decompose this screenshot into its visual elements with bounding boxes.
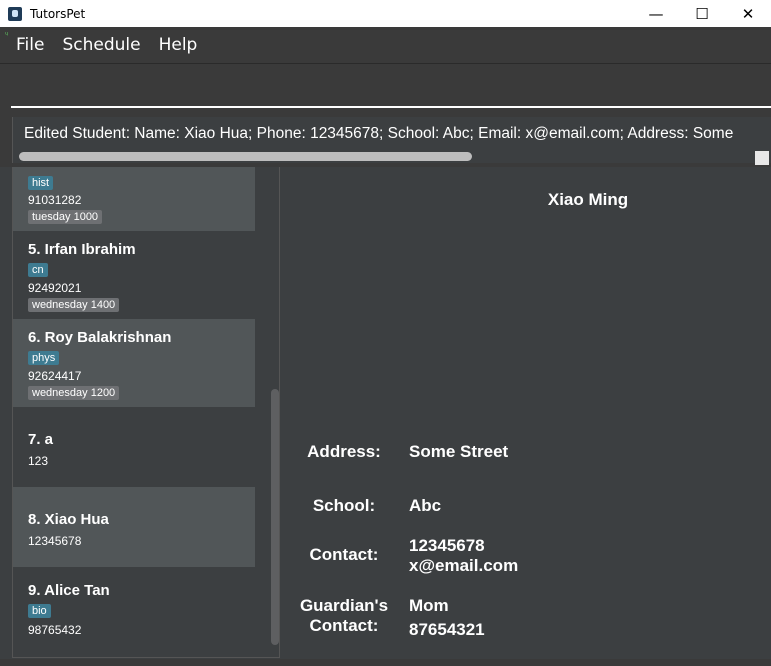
contact-phone: 12345678 <box>409 536 485 555</box>
lesson-tag: wednesday 1400 <box>28 298 120 312</box>
student-phone: 98765432 <box>28 623 82 637</box>
focus-mark-icon: ᶣ <box>5 30 9 39</box>
menu-help[interactable]: Help <box>159 35 200 55</box>
status-strip <box>0 659 771 666</box>
minimize-button[interactable]: — <box>633 0 679 27</box>
student-name: 8. Xiao Hua <box>28 511 109 528</box>
menu-schedule[interactable]: Schedule <box>62 35 142 55</box>
student-detail-panel: Xiao Ming Address: Some Street School: A… <box>282 167 771 666</box>
menu-bar: ᶣ File Schedule Help <box>0 27 771 63</box>
window-controls: — ☐ ✕ <box>633 0 771 27</box>
subject-tag: phys <box>28 351 60 365</box>
student-list[interactable]: hist 91031282 tuesday 1000 5. Irfan Ibra… <box>12 167 280 658</box>
subject-tag: cn <box>28 263 48 277</box>
student-phone: 92624417 <box>28 369 82 383</box>
maximize-button[interactable]: ☐ <box>679 0 725 27</box>
student-name: 7. a <box>28 431 54 448</box>
list-vertical-scrollbar[interactable] <box>271 389 279 645</box>
student-card[interactable]: 9. Alice Tan bio 98765432 <box>13 567 255 657</box>
subject-tag: hist <box>28 176 54 190</box>
window-title: TutorsPet <box>30 6 86 21</box>
student-name: 5. Irfan Ibrahim <box>28 241 136 258</box>
student-phone: 91031282 <box>28 193 82 207</box>
lesson-tag: tuesday 1000 <box>28 210 103 224</box>
student-list-panel: hist 91031282 tuesday 1000 5. Irfan Ibra… <box>0 167 282 666</box>
student-name: 9. Alice Tan <box>28 582 110 599</box>
guardian-label: Guardian's <box>299 596 389 615</box>
guardian-name: Mom <box>409 596 449 615</box>
menu-file[interactable]: File <box>16 35 46 55</box>
address-value: Some Street <box>409 442 509 461</box>
guardian-label-contact: Contact: <box>309 616 379 635</box>
address-label: Address: <box>307 442 381 461</box>
close-button[interactable]: ✕ <box>725 0 771 27</box>
student-name: 6. Roy Balakrishnan <box>28 329 172 346</box>
school-value: Abc <box>409 496 442 515</box>
result-display: Edited Student: Name: Xiao Hua; Phone: 1… <box>0 113 771 167</box>
contact-email: x@email.com <box>409 556 519 575</box>
command-box <box>0 63 771 113</box>
app-icon <box>8 6 22 21</box>
student-card[interactable]: 5. Irfan Ibrahim cn 92492021 wednesday 1… <box>13 231 255 319</box>
lesson-tag: wednesday 1200 <box>28 386 120 400</box>
detail-student-name: Xiao Ming <box>547 190 629 209</box>
student-phone: 123 <box>28 454 49 468</box>
result-message: Edited Student: Name: Xiao Hua; Phone: 1… <box>24 125 734 142</box>
school-label: School: <box>312 496 376 515</box>
student-card[interactable]: 8. Xiao Hua 12345678 <box>13 487 255 567</box>
subject-tag: bio <box>28 604 51 618</box>
command-input[interactable] <box>11 76 771 108</box>
student-phone: 92492021 <box>28 281 82 295</box>
student-phone: 12345678 <box>28 534 82 548</box>
result-scroll-corner <box>755 151 769 165</box>
guardian-phone: 87654321 <box>409 620 485 639</box>
result-horizontal-scrollbar[interactable] <box>19 152 472 161</box>
title-bar: TutorsPet — ☐ ✕ <box>0 0 771 27</box>
student-card[interactable]: 7. a 123 <box>13 407 255 487</box>
contact-label: Contact: <box>309 545 379 564</box>
result-box: Edited Student: Name: Xiao Hua; Phone: 1… <box>12 117 771 165</box>
student-card[interactable]: 6. Roy Balakrishnan phys 92624417 wednes… <box>13 319 255 407</box>
student-card[interactable]: hist 91031282 tuesday 1000 <box>13 167 255 231</box>
